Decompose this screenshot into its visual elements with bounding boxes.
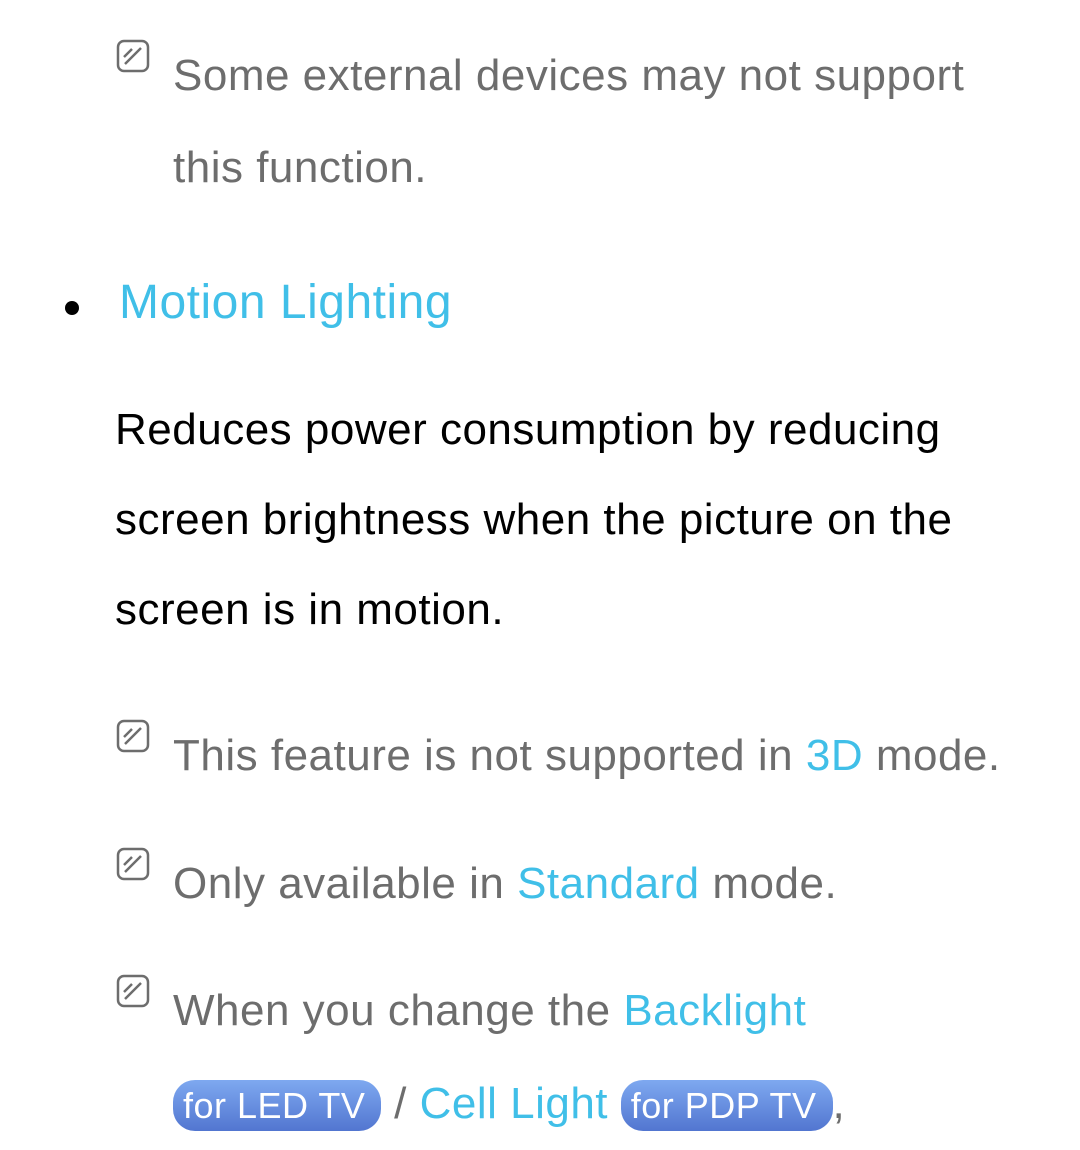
note-icon [115,846,151,882]
note-icon [115,718,151,754]
highlight-3d: 3D [806,731,863,780]
note-row: Only available in Standard mode. [115,838,1020,930]
note-row: This feature is not supported in 3D mode… [115,710,1020,802]
separator: / [381,1079,419,1128]
section-bullet: Motion Lighting [65,275,1020,330]
text-prefix: When you change the [173,986,623,1035]
text-suffix: mode. [700,859,838,908]
highlight-cell-light: Cell Light [420,1079,608,1128]
badge-pdp-tv: for PDP TV [621,1080,833,1131]
note-row: Some external devices may not support th… [115,30,1020,215]
trailing-comma: , [833,1079,846,1128]
badge-led-tv: for LED TV [173,1080,381,1131]
text-prefix: Only available in [173,859,517,908]
text-prefix: This feature is not supported in [173,731,806,780]
note-row: When you change the Backlight for LED TV… [115,965,1020,1150]
note-3d-text: This feature is not supported in 3D mode… [173,710,1001,802]
note-backlight-text: When you change the Backlight for LED TV… [173,965,1020,1150]
intro-note-text: Some external devices may not support th… [173,30,1020,215]
section-body: Reduces power consumption by reducing sc… [115,385,1020,656]
highlight-backlight: Backlight [623,986,806,1035]
text-suffix: mode. [863,731,1001,780]
section-title: Motion Lighting [119,275,452,330]
highlight-standard: Standard [517,859,700,908]
note-icon [115,38,151,74]
note-icon [115,973,151,1009]
bullet-icon [65,301,79,315]
note-standard-text: Only available in Standard mode. [173,838,837,930]
